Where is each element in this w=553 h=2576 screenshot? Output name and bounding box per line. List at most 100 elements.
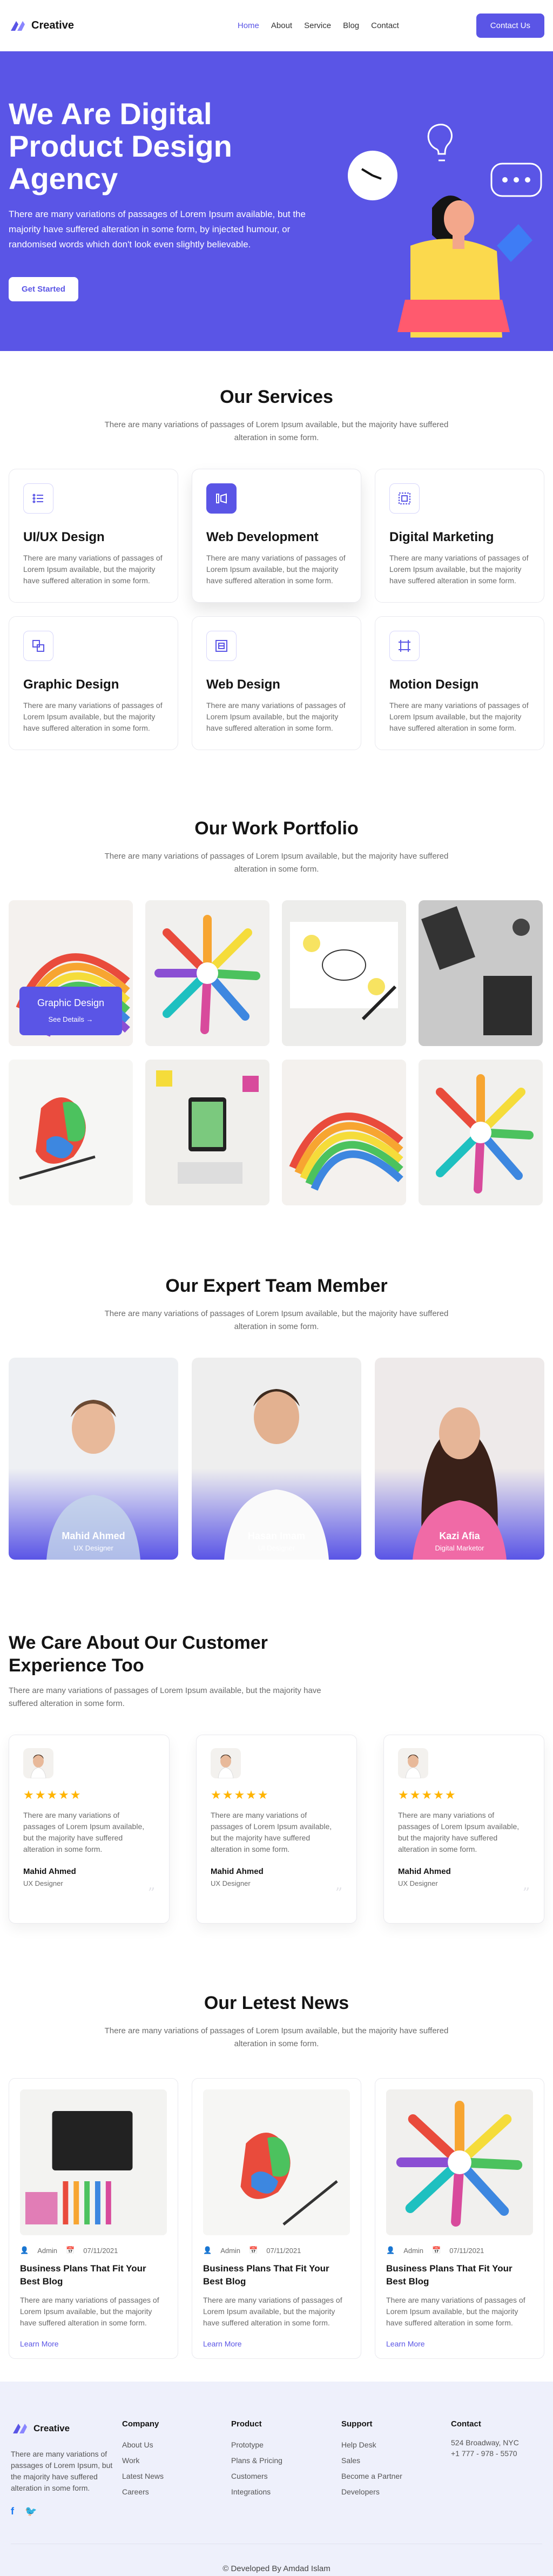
get-started-button[interactable]: Get Started xyxy=(9,277,78,301)
avatar xyxy=(398,1748,428,1778)
code-icon xyxy=(206,483,237,514)
member-name: Mahid Ahmed xyxy=(62,1530,125,1541)
footer-link[interactable]: Work xyxy=(122,2453,164,2469)
twitter-icon[interactable]: 🐦 xyxy=(25,2506,37,2517)
desk-image xyxy=(419,900,543,1046)
testimonials-section: We Care About Our Customer Experience To… xyxy=(9,1631,544,1924)
team-member-card[interactable]: Kazi Afia Digital Marketor xyxy=(375,1358,544,1560)
service-name: UI/UX Design xyxy=(23,530,105,544)
avatar xyxy=(211,1748,241,1778)
rating-stars: ★★★★★ xyxy=(23,1788,82,1802)
service-card-web-development[interactable]: Web Development There are many variation… xyxy=(192,469,361,603)
member-role: Digital Marketor xyxy=(435,1544,484,1552)
portfolio-item[interactable] xyxy=(145,900,269,1046)
service-card-graphic-design[interactable]: Graphic Design There are many variations… xyxy=(9,616,178,750)
service-card-uiux[interactable]: UI/UX Design There are many variations o… xyxy=(9,469,178,603)
portfolio-item[interactable] xyxy=(282,900,406,1046)
footer-link[interactable]: Become a Partner xyxy=(341,2469,402,2484)
painting-image xyxy=(9,1060,133,1205)
testimonial-text: There are many variations of passages of… xyxy=(211,1811,332,1853)
footer-column-product: Product Prototype Plans & Pricing Custom… xyxy=(231,2419,282,2500)
portfolio-item[interactable] xyxy=(419,1060,543,1205)
reviewer-role: UX Designer xyxy=(211,1879,251,1887)
calendar-icon: 📅 xyxy=(432,2246,441,2254)
hero-illustration xyxy=(348,124,542,338)
nav-contact[interactable]: Contact xyxy=(371,21,399,30)
quote-icon: ” xyxy=(147,1885,155,1901)
facebook-icon[interactable]: f xyxy=(11,2506,14,2517)
footer-link[interactable]: Sales xyxy=(341,2453,402,2469)
footer-link[interactable]: Latest News xyxy=(122,2469,164,2484)
social-links: f 🐦 xyxy=(11,2506,113,2517)
crayons-image xyxy=(419,1060,543,1205)
footer-link[interactable]: Plans & Pricing xyxy=(231,2453,282,2469)
learn-more-link[interactable]: Learn More xyxy=(386,2339,533,2348)
news-date: 07/11/2021 xyxy=(83,2246,118,2255)
news-headline[interactable]: Business Plans That Fit Your Best Blog xyxy=(203,2262,350,2288)
site-footer: Creative There are many variations of pa… xyxy=(0,2382,553,2576)
news-card: 👤 Admin 📅 07/11/2021 Business Plans That F… xyxy=(192,2078,361,2359)
service-text: There are many variations of passages of… xyxy=(206,554,346,585)
portfolio-item[interactable] xyxy=(9,1060,133,1205)
quote-icon: ” xyxy=(522,1885,530,1901)
user-icon: 👤 xyxy=(20,2246,29,2254)
crayons-image xyxy=(145,900,269,1046)
see-details-link[interactable]: See Details → xyxy=(19,1015,122,1023)
footer-link[interactable]: Careers xyxy=(122,2484,164,2500)
news-headline[interactable]: Business Plans That Fit Your Best Blog xyxy=(20,2262,167,2288)
logo-icon xyxy=(11,21,25,31)
logo-icon xyxy=(13,2424,27,2433)
brand[interactable]: Creative xyxy=(9,17,74,35)
portfolio-item[interactable] xyxy=(282,1060,406,1205)
news-date: 07/11/2021 xyxy=(449,2246,484,2255)
nav-about[interactable]: About xyxy=(271,21,292,30)
learn-more-link[interactable]: Learn More xyxy=(20,2339,167,2348)
service-name: Graphic Design xyxy=(23,677,119,692)
footer-link[interactable]: About Us xyxy=(122,2437,164,2453)
news-card: 👤 Admin 📅 07/11/2021 Business Plans That F… xyxy=(9,2078,178,2359)
footer-link[interactable]: Customers xyxy=(231,2469,282,2484)
service-card-motion-design[interactable]: Motion Design There are many variations … xyxy=(375,616,544,750)
team-member-card[interactable]: Mahid Ahmed UX Designer xyxy=(9,1358,178,1560)
service-name: Web Design xyxy=(206,677,280,692)
portfolio-item[interactable] xyxy=(419,900,543,1046)
news-author: Admin xyxy=(220,2246,241,2255)
contact-us-button[interactable]: Contact Us xyxy=(476,14,544,38)
footer-link[interactable]: Developers xyxy=(341,2484,402,2500)
footer-column-title: Contact xyxy=(451,2419,481,2429)
nav-home[interactable]: Home xyxy=(238,21,259,30)
reviewer-name: Mahid Ahmed xyxy=(398,1867,451,1876)
nav-blog[interactable]: Blog xyxy=(343,21,359,30)
portfolio-item[interactable] xyxy=(145,1060,269,1205)
testimonial-text: There are many variations of passages of… xyxy=(398,1811,520,1853)
team-subtitle: There are many variations of passages of… xyxy=(104,1309,449,1331)
service-card-digital-marketing[interactable]: Digital Marketing There are many variati… xyxy=(375,469,544,603)
footer-link[interactable]: Integrations xyxy=(231,2484,282,2500)
user-icon: 👤 xyxy=(386,2246,395,2254)
portfolio-section: Our Work Portfolio There are many variat… xyxy=(0,818,553,1205)
footer-link[interactable]: Prototype xyxy=(231,2437,282,2453)
portfolio-item[interactable]: Graphic Design See Details → xyxy=(9,900,133,1046)
team-member-card[interactable]: Hasan Imam UI Designer xyxy=(192,1358,361,1560)
footer-link[interactable]: Help Desk xyxy=(341,2437,402,2453)
service-name: Digital Marketing xyxy=(389,530,494,544)
news-headline[interactable]: Business Plans That Fit Your Best Blog xyxy=(386,2262,533,2288)
footer-logo[interactable]: Creative xyxy=(11,2419,113,2438)
nav-service[interactable]: Service xyxy=(304,21,331,30)
tablet-image xyxy=(145,1060,269,1205)
service-card-web-design[interactable]: Web Design There are many variations of … xyxy=(192,616,361,750)
reviewer-name: Mahid Ahmed xyxy=(211,1867,264,1876)
testimonial-card: ★★★★★ There are many variations of passa… xyxy=(383,1735,544,1924)
service-name: Web Development xyxy=(206,530,319,544)
news-text: There are many variations of passages of… xyxy=(20,2296,159,2327)
service-text: There are many variations of passages of… xyxy=(206,701,346,732)
learn-more-link[interactable]: Learn More xyxy=(203,2339,350,2348)
member-photo xyxy=(375,1358,544,1560)
testimonial-text: There are many variations of passages of… xyxy=(23,1811,145,1853)
contact-phone[interactable]: +1 777 - 978 - 5570 xyxy=(451,2448,519,2459)
hero: We Are Digital Product Design Agency The… xyxy=(0,51,553,351)
reviewer-role: UX Designer xyxy=(398,1879,438,1887)
services-subtitle: There are many variations of passages of… xyxy=(104,420,449,442)
news-date: 07/11/2021 xyxy=(266,2246,301,2255)
team-section: Our Expert Team Member There are many va… xyxy=(0,1276,553,1560)
